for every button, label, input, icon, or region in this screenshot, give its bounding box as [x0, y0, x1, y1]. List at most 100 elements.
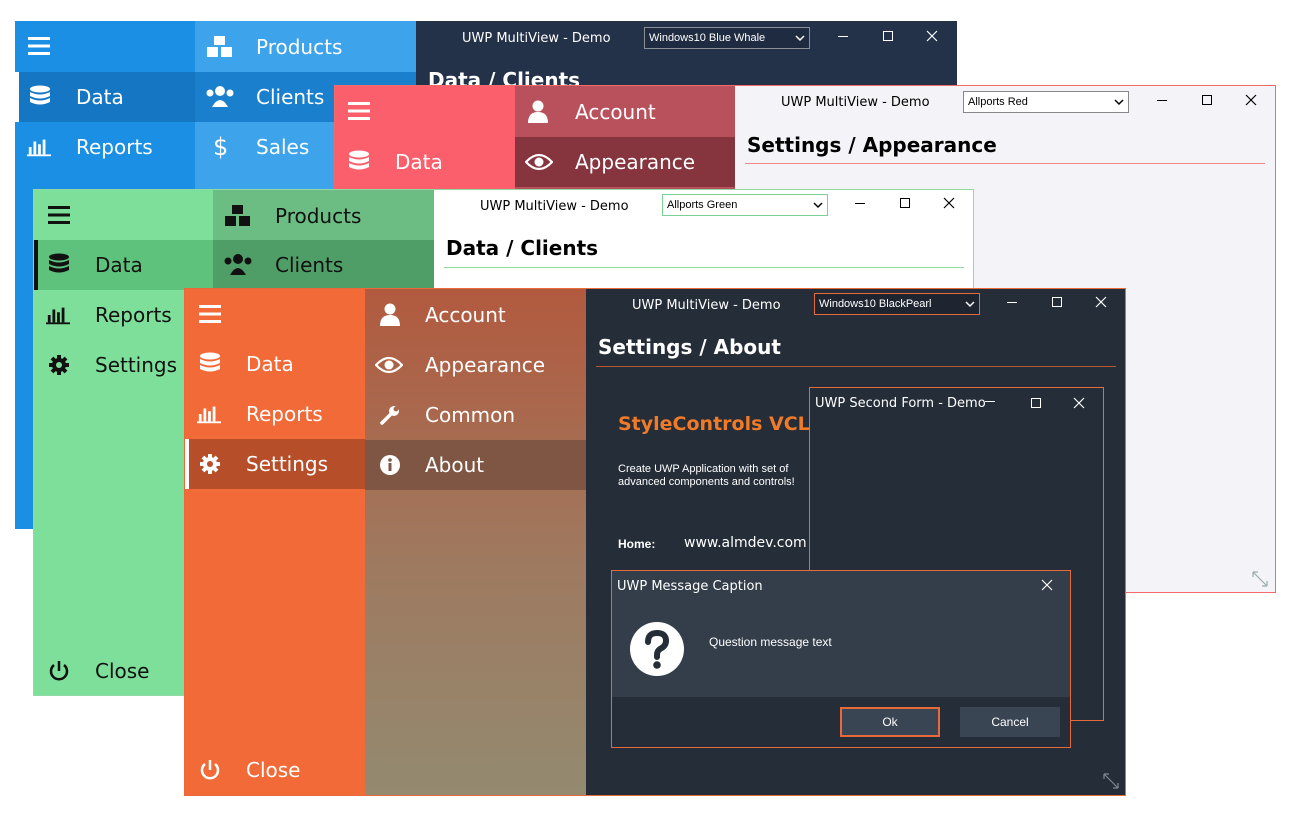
- maximize-button[interactable]: [1047, 292, 1067, 312]
- theme-select[interactable]: Windows10 Blue Whale: [644, 27, 810, 49]
- menu-label: Data: [246, 352, 294, 376]
- ok-button[interactable]: Ok: [840, 707, 940, 737]
- page-title: Settings / Appearance: [747, 133, 997, 157]
- submenu-item-clients[interactable]: Clients: [213, 240, 434, 290]
- user-icon: [526, 87, 550, 137]
- menu-item-data[interactable]: Data: [185, 339, 365, 389]
- hamburger-icon: [27, 21, 51, 71]
- submenu-label: Clients: [275, 253, 344, 277]
- sub-menu: Account Appearance Common About: [365, 289, 586, 795]
- chevron-down-icon: [795, 28, 805, 48]
- eye-icon: [375, 340, 403, 390]
- menu-hamburger[interactable]: [15, 21, 195, 71]
- theme-select[interactable]: Allports Red: [963, 91, 1129, 113]
- power-icon: [198, 745, 222, 795]
- submenu-item-account[interactable]: Account: [365, 290, 586, 340]
- title-divider: [596, 366, 1116, 367]
- theme-select[interactable]: Windows10 BlackPearl: [814, 293, 980, 315]
- menu-item-data[interactable]: Data: [335, 137, 515, 187]
- maximize-icon: [1052, 297, 1062, 307]
- bar-chart-icon: [46, 290, 70, 340]
- close-icon: [943, 197, 955, 209]
- home-label: Home:: [618, 537, 656, 551]
- minimize-icon: [985, 401, 995, 402]
- submenu-label: Products: [256, 35, 343, 59]
- submenu-item-appearance[interactable]: Appearance: [365, 340, 586, 390]
- menu-item-reports[interactable]: Reports: [185, 389, 365, 439]
- maximize-button[interactable]: [1197, 90, 1217, 110]
- database-icon: [28, 72, 52, 122]
- window-title: UWP MultiView - Demo: [781, 95, 930, 110]
- title-divider: [745, 163, 1265, 164]
- submenu-label: Appearance: [425, 353, 546, 377]
- minimize-icon: [1007, 302, 1017, 303]
- menu-label: Close: [246, 758, 301, 782]
- submenu-item-common[interactable]: Common: [365, 390, 586, 440]
- hamburger-icon: [347, 86, 371, 136]
- window-title: UWP MultiView - Demo: [632, 298, 781, 313]
- menu-item-settings[interactable]: Settings: [185, 439, 365, 489]
- minimize-button[interactable]: [980, 391, 1000, 411]
- submenu-label: Account: [425, 303, 506, 327]
- theme-select[interactable]: Allports Green: [662, 194, 828, 216]
- menu-label: Reports: [76, 135, 153, 159]
- menu-hamburger[interactable]: [185, 289, 365, 339]
- minimize-button[interactable]: [1152, 90, 1172, 110]
- menu-item-data[interactable]: Data: [15, 72, 195, 122]
- close-button[interactable]: [1069, 393, 1089, 413]
- resize-grip-icon[interactable]: [1251, 570, 1269, 588]
- menu-hamburger[interactable]: [335, 86, 515, 136]
- minimize-icon: [838, 36, 848, 37]
- wrench-icon: [378, 390, 402, 440]
- submenu-label: Common: [425, 403, 516, 427]
- menu-item-data[interactable]: Data: [34, 240, 213, 290]
- cubes-icon: [205, 22, 235, 72]
- gear-icon: [198, 439, 222, 489]
- description-line: Create UWP Application with set of: [618, 463, 789, 475]
- page-title: Data / Clients: [446, 236, 599, 260]
- close-button[interactable]: [922, 26, 942, 46]
- close-button[interactable]: [1037, 575, 1057, 595]
- database-icon: [47, 240, 71, 290]
- cancel-button[interactable]: Cancel: [960, 707, 1060, 737]
- submenu-item-products[interactable]: Products: [213, 191, 434, 241]
- bar-chart-icon: [27, 122, 51, 172]
- menu-hamburger[interactable]: [34, 190, 213, 240]
- menu-item-reports[interactable]: Reports: [15, 122, 195, 172]
- submenu-item-account[interactable]: Account: [515, 87, 735, 137]
- minimize-icon: [855, 203, 865, 204]
- power-icon: [47, 646, 71, 695]
- resize-grip-icon[interactable]: [1102, 772, 1120, 790]
- theme-select-value: Allports Red: [968, 96, 1028, 108]
- submenu-item-appearance[interactable]: Appearance: [515, 137, 735, 187]
- submenu-item-products[interactable]: Products: [195, 22, 416, 72]
- maximize-button[interactable]: [878, 26, 898, 46]
- menu-item-close[interactable]: Close: [185, 745, 365, 795]
- close-button[interactable]: [1241, 90, 1261, 110]
- submenu-item-about[interactable]: About: [365, 440, 586, 490]
- menu-label: Data: [76, 85, 124, 109]
- close-icon: [1073, 397, 1085, 409]
- maximize-button[interactable]: [1026, 393, 1046, 413]
- message-dialog: UWP Message Caption Question message tex…: [611, 570, 1071, 748]
- users-icon: [205, 72, 235, 122]
- minimize-button[interactable]: [850, 193, 870, 213]
- home-link[interactable]: www.almdev.com: [684, 535, 807, 551]
- submenu-label: About: [425, 453, 485, 477]
- close-button[interactable]: [939, 193, 959, 213]
- maximize-button[interactable]: [895, 193, 915, 213]
- maximize-icon: [883, 31, 893, 41]
- page-title: Settings / About: [598, 335, 781, 359]
- chevron-down-icon: [1114, 92, 1124, 112]
- cubes-icon: [223, 191, 253, 241]
- minimize-button[interactable]: [1002, 292, 1022, 312]
- close-button[interactable]: [1091, 292, 1111, 312]
- main-menu: Data Reports Settings Close: [185, 289, 365, 795]
- theme-select-value: Windows10 BlackPearl: [819, 298, 932, 310]
- menu-label: Data: [395, 150, 443, 174]
- product-name: StyleControls VCL: [618, 413, 810, 435]
- user-icon: [378, 290, 402, 340]
- minimize-button[interactable]: [833, 26, 853, 46]
- close-icon: [1095, 296, 1107, 308]
- users-icon: [223, 240, 253, 290]
